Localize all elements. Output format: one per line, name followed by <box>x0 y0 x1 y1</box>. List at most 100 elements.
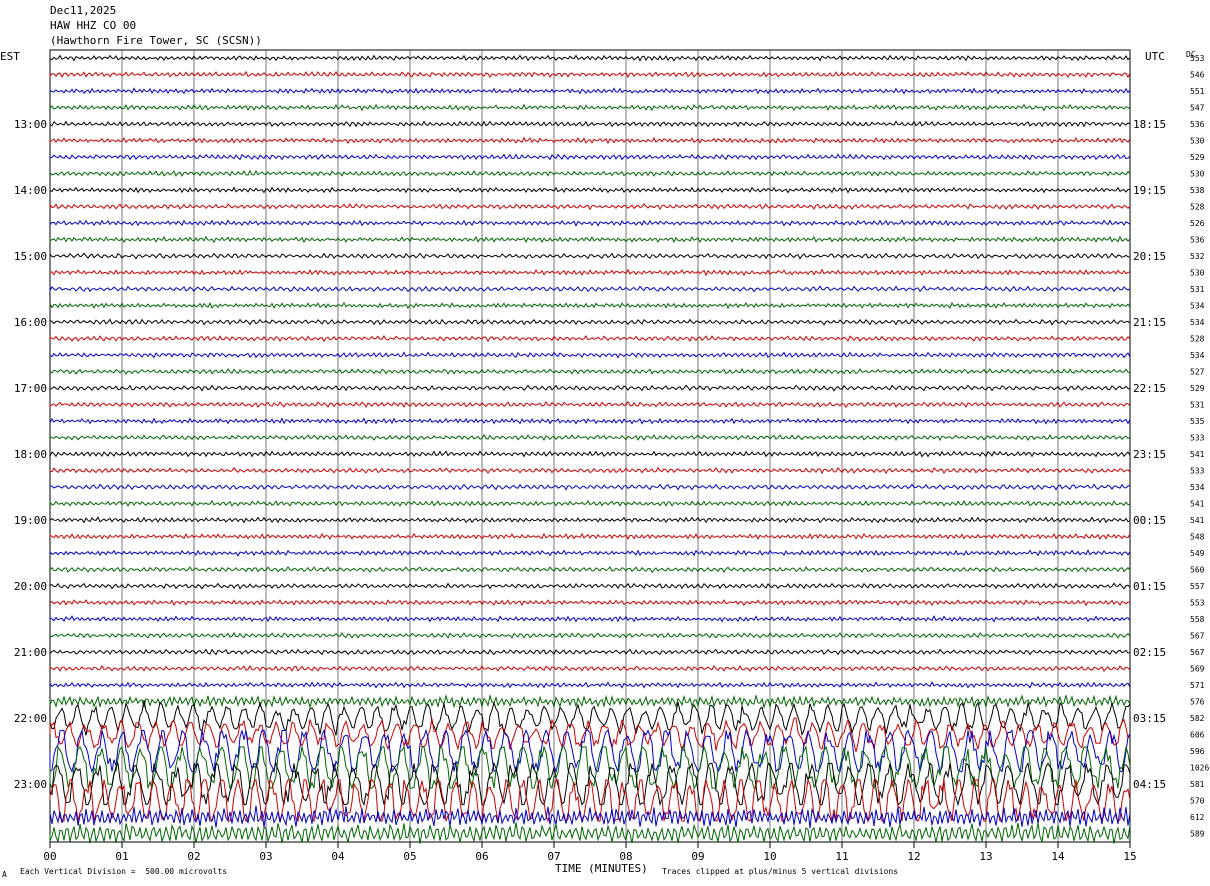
dc-offset-label: 596 <box>1190 747 1205 756</box>
trace-line <box>49 582 1131 590</box>
utc-hour-label: 19:15 <box>1133 184 1166 197</box>
trace-line <box>49 417 1131 425</box>
dc-offset-label: 529 <box>1190 153 1205 162</box>
trace-line <box>49 252 1131 260</box>
dc-offset-label: 541 <box>1190 500 1205 509</box>
trace-line <box>49 153 1131 161</box>
trace-line <box>49 400 1131 409</box>
trace-line <box>49 87 1131 95</box>
dc-offset-label: 528 <box>1190 203 1205 212</box>
dc-offset-label: 1026 <box>1190 764 1209 773</box>
dc-offset-label: 551 <box>1190 87 1205 96</box>
est-hour-label: 18:00 <box>14 448 47 461</box>
trace-line <box>49 777 1131 823</box>
dc-offset-label: 530 <box>1190 170 1205 179</box>
trace-line <box>49 599 1131 607</box>
est-hour-label: 16:00 <box>14 316 47 329</box>
trace-line <box>49 700 1131 737</box>
est-hour-label: 15:00 <box>14 250 47 263</box>
est-hour-label: 19:00 <box>14 514 47 527</box>
dc-offset-label: 557 <box>1190 582 1205 591</box>
dc-offset-label: 538 <box>1190 186 1205 195</box>
utc-hour-label: 01:15 <box>1133 580 1166 593</box>
trace-line <box>49 822 1131 844</box>
trace-line <box>49 351 1131 359</box>
trace-line <box>49 301 1131 310</box>
x-tick-label: 14 <box>1051 850 1065 863</box>
utc-hour-label: 18:15 <box>1133 118 1166 131</box>
trace-line <box>49 693 1131 710</box>
trace-line <box>49 565 1131 574</box>
dc-offset-label: 536 <box>1190 236 1205 245</box>
dc-offset-label: 571 <box>1190 681 1205 690</box>
dc-offset-label: 570 <box>1190 797 1205 806</box>
trace-line <box>49 384 1131 392</box>
trace-line <box>49 169 1131 177</box>
trace-line <box>49 532 1131 541</box>
trace-line <box>49 631 1131 639</box>
trace-line <box>49 466 1131 475</box>
utc-hour-label: 20:15 <box>1133 250 1166 263</box>
x-tick-label: 06 <box>475 850 488 863</box>
scale-note: Each Vertical Division = 500.00 microvol… <box>20 867 228 876</box>
utc-hour-label: 02:15 <box>1133 646 1166 659</box>
trace-line <box>49 54 1131 62</box>
helicorder-plot: 00 01 02 03 04 05 06 07 08 09 10 11 12 13 14 1513:0014:… <box>14 49 1209 863</box>
trace-line <box>49 648 1131 656</box>
x-tick-label: 12 <box>907 850 920 863</box>
dc-offset-label: 530 <box>1190 269 1205 278</box>
dc-offset-label: 541 <box>1190 450 1205 459</box>
trace-line <box>49 318 1131 326</box>
dc-offset-label: 531 <box>1190 401 1205 410</box>
dc-offset-label: 530 <box>1190 137 1205 146</box>
dc-offset-label: 553 <box>1190 54 1205 63</box>
dc-offset-label: 533 <box>1190 467 1205 476</box>
dc-offset-label: 589 <box>1190 830 1205 839</box>
utc-hour-label: 00:15 <box>1133 514 1166 527</box>
corner-mark: A <box>2 870 7 879</box>
dc-offset-label: 576 <box>1190 698 1205 707</box>
utc-hour-label: 21:15 <box>1133 316 1166 329</box>
x-tick-label: 00 <box>43 850 56 863</box>
x-tick-label: 13 <box>979 850 992 863</box>
trace-line <box>49 549 1131 557</box>
est-hour-label: 21:00 <box>14 646 47 659</box>
dc-offset-label: 560 <box>1190 566 1205 575</box>
dc-offset-label: 528 <box>1190 335 1205 344</box>
dc-offset-label: 534 <box>1190 318 1205 327</box>
est-hour-label: 23:00 <box>14 778 47 791</box>
dc-offset-label: 534 <box>1190 483 1205 492</box>
x-tick-label: 10 <box>763 850 776 863</box>
dc-offset-label: 529 <box>1190 384 1205 393</box>
trace-line <box>49 615 1131 623</box>
clip-note: Traces clipped at plus/minus 5 vertical … <box>662 867 899 876</box>
trace-line <box>49 450 1131 458</box>
utc-hour-label: 22:15 <box>1133 382 1166 395</box>
x-tick-label: 01 <box>115 850 128 863</box>
x-tick-label: 11 <box>835 850 848 863</box>
trace-line <box>49 499 1131 508</box>
trace-line <box>49 433 1131 442</box>
dc-offset-label: 549 <box>1190 549 1205 558</box>
dc-offset-label: 558 <box>1190 615 1205 624</box>
dc-offset-label: 534 <box>1190 302 1205 311</box>
x-tick-label: 02 <box>187 850 200 863</box>
trace-line <box>49 516 1131 524</box>
est-hour-label: 22:00 <box>14 712 47 725</box>
dc-offset-label: 534 <box>1190 351 1205 360</box>
trace-line <box>49 268 1131 277</box>
trace-line <box>49 103 1131 112</box>
trace-line <box>49 202 1131 211</box>
dc-offset-label: 581 <box>1190 780 1205 789</box>
dc-offset-label: 533 <box>1190 434 1205 443</box>
trace-line <box>49 805 1131 829</box>
dc-offset-label: 606 <box>1190 731 1205 740</box>
est-hour-label: 13:00 <box>14 118 47 131</box>
trace-line <box>49 483 1131 491</box>
trace-line <box>49 334 1131 343</box>
dc-offset-label: 569 <box>1190 665 1205 674</box>
dc-offset-label: 535 <box>1190 417 1205 426</box>
dc-offset-label: 527 <box>1190 368 1205 377</box>
dc-offset-label: 546 <box>1190 71 1205 80</box>
x-axis-label: TIME (MINUTES) <box>555 862 648 875</box>
